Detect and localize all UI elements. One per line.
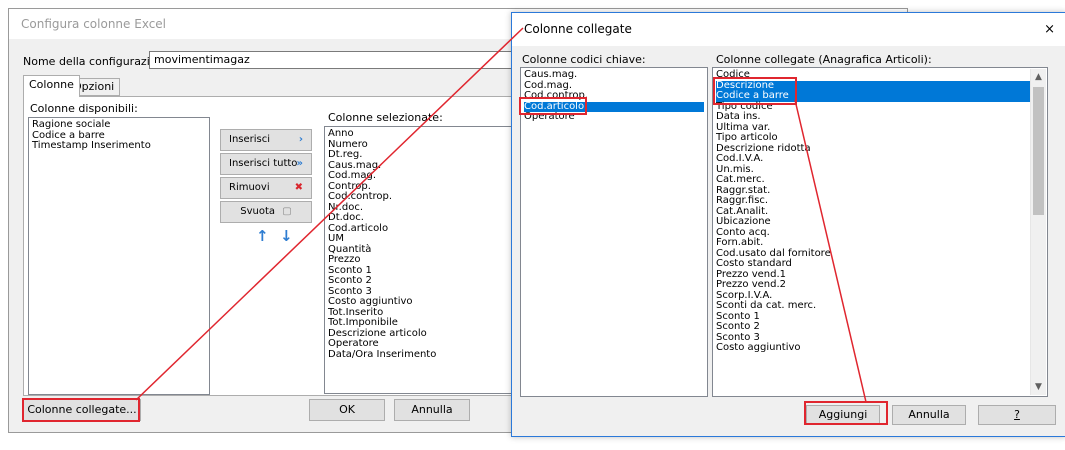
insert-all-button[interactable]: Inserisci tutto » — [220, 153, 312, 175]
remove-button[interactable]: Rimuovi ✖ — [220, 177, 312, 199]
arrow-down-icon[interactable]: ↓ — [280, 227, 293, 245]
linked-columns-scrollbar[interactable]: ▲ ▼ — [1030, 69, 1046, 395]
list-item[interactable]: Dt.reg. — [328, 149, 520, 161]
help-button[interactable]: ? — [978, 405, 1056, 425]
list-item[interactable]: Cod.mag. — [328, 170, 520, 182]
cancel-button[interactable]: Annulla — [892, 405, 966, 425]
remove-label: Rimuovi — [229, 182, 270, 193]
close-icon[interactable]: × — [1044, 13, 1055, 46]
list-item[interactable]: Cod.I.V.A. — [716, 153, 1044, 165]
list-item[interactable]: Sconto 1 — [716, 311, 1044, 323]
list-item[interactable]: Cod.controp. — [524, 90, 704, 102]
list-item[interactable]: UM — [328, 233, 520, 245]
clear-label: Svuota — [240, 206, 276, 217]
clear-button[interactable]: Svuota ▢ — [220, 201, 312, 223]
add-button[interactable]: Aggiungi — [806, 405, 880, 425]
list-item[interactable]: Operatore — [524, 111, 704, 123]
list-item[interactable]: Prezzo vend.2 — [716, 279, 1044, 291]
list-item[interactable]: Cod.articolo — [328, 223, 520, 235]
list-item[interactable]: Dt.doc. — [328, 212, 520, 224]
list-item[interactable]: Sconto 2 — [328, 275, 520, 287]
key-columns-label: Colonne codici chiave: — [522, 53, 646, 66]
linked-columns-dialog: Colonne collegate × Colonne codici chiav… — [511, 12, 1065, 437]
list-item[interactable]: Ragione sociale — [32, 119, 206, 131]
list-item[interactable]: Conto acq. — [716, 227, 1044, 239]
list-item[interactable]: Cat.merc. — [716, 174, 1044, 186]
ok-button[interactable]: OK — [309, 399, 385, 421]
insert-button[interactable]: Inserisci › — [220, 129, 312, 151]
list-item[interactable]: Data/Ora Inserimento — [328, 349, 520, 361]
list-item[interactable]: Operatore — [328, 338, 520, 350]
double-chevron-right-icon: » — [296, 158, 303, 169]
list-item[interactable]: Codice — [716, 69, 1044, 81]
list-item[interactable]: Un.mis. — [716, 164, 1044, 176]
list-item[interactable]: Sconto 2 — [716, 321, 1044, 333]
config-name-input[interactable]: movimentimagaz — [149, 51, 529, 69]
remove-icon: ✖ — [294, 182, 303, 193]
cancel-button[interactable]: Annulla — [394, 399, 470, 421]
list-item[interactable]: Sconti da cat. merc. — [716, 300, 1044, 312]
insert-label: Inserisci — [229, 134, 271, 145]
list-item[interactable]: Raggr.fisc. — [716, 195, 1044, 207]
selected-columns-list[interactable]: Anno Numero Dt.reg. Caus.mag. Cod.mag. C… — [324, 126, 524, 394]
list-item[interactable]: Anno — [328, 128, 520, 140]
list-item[interactable]: Costo aggiuntivo — [328, 296, 520, 308]
chevron-right-icon: › — [298, 134, 303, 145]
list-item[interactable]: Tot.Imponibile — [328, 317, 520, 329]
list-item[interactable]: Tipo articolo — [716, 132, 1044, 144]
scroll-up-icon[interactable]: ▲ — [1031, 69, 1046, 85]
linked-columns-list[interactable]: Codice Descrizione Codice a barre Tipo c… — [712, 67, 1048, 397]
list-item[interactable]: Tipo codice — [716, 101, 1044, 113]
list-item[interactable]: Timestamp Inserimento — [32, 140, 206, 152]
arrow-up-icon[interactable]: ↑ — [256, 227, 269, 245]
list-item[interactable]: Cod.controp. — [328, 191, 520, 203]
insert-all-label: Inserisci tutto — [229, 158, 298, 169]
scroll-thumb[interactable] — [1033, 87, 1044, 215]
linked-columns-label: Colonne collegate (Anagrafica Articoli): — [716, 53, 932, 66]
list-item[interactable]: Caus.mag. — [524, 69, 704, 81]
list-item[interactable]: Costo aggiuntivo — [716, 342, 1044, 354]
linked-columns-button[interactable]: Colonne collegate... — [23, 399, 141, 421]
dialog-title: Colonne collegate — [512, 13, 1065, 46]
list-item[interactable]: Costo standard — [716, 258, 1044, 270]
scroll-down-icon[interactable]: ▼ — [1031, 379, 1046, 395]
list-item[interactable]: Descrizione ridotta — [716, 143, 1044, 155]
list-item[interactable]: Ubicazione — [716, 216, 1044, 228]
list-item[interactable]: Forn.abit. — [716, 237, 1044, 249]
available-columns-list[interactable]: Ragione sociale Codice a barre Timestamp… — [28, 117, 210, 395]
key-columns-list[interactable]: Caus.mag. Cod.mag. Cod.controp. Cod.arti… — [520, 67, 708, 397]
list-item-selected[interactable]: Codice a barre — [716, 90, 1030, 102]
list-item[interactable]: Data ins. — [716, 111, 1044, 123]
available-columns-label: Colonne disponibili: — [30, 102, 138, 115]
selected-columns-label: Colonne selezionate: — [328, 111, 443, 124]
page-icon: ▢ — [282, 206, 292, 217]
tab-colonne[interactable]: Colonne — [23, 75, 80, 97]
list-item[interactable]: Prezzo — [328, 254, 520, 266]
